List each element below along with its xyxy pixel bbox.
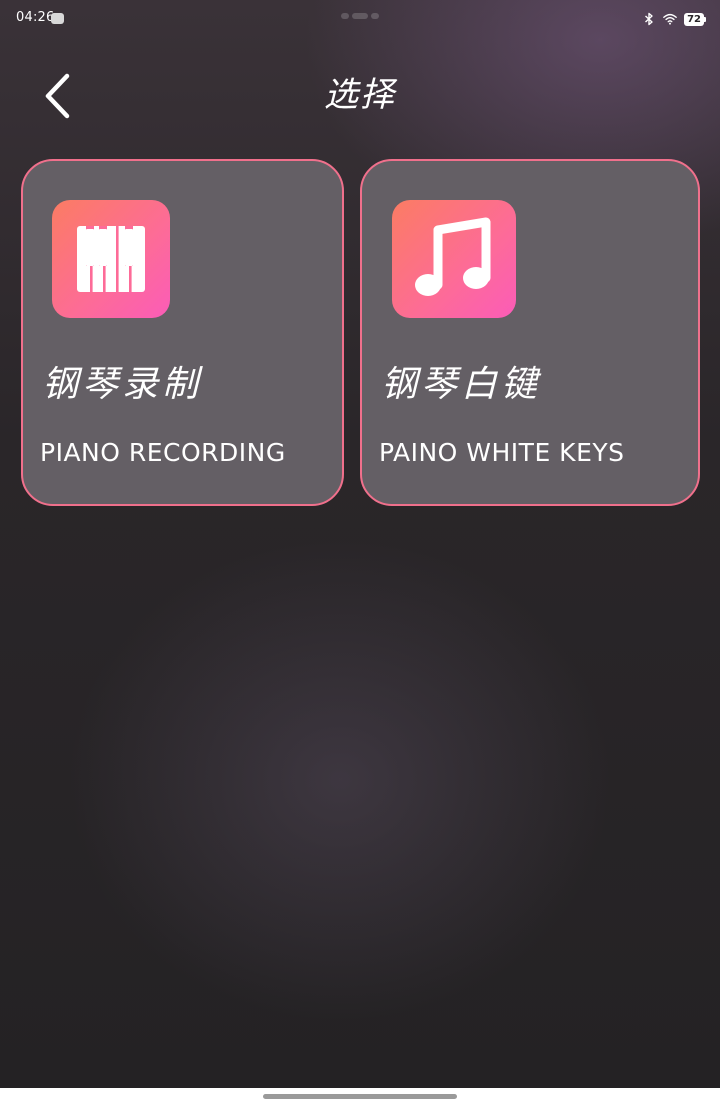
- piano-white-keys-card[interactable]: 钢琴白键 PAINO WHITE KEYS: [360, 159, 700, 506]
- battery-icon: 72: [684, 12, 706, 26]
- piano-keys-icon: [52, 200, 170, 318]
- camera-notch: [341, 13, 379, 19]
- card-subtitle: PIANO RECORDING: [40, 438, 286, 467]
- status-icons: 72: [642, 10, 706, 28]
- app-notification-icon: [51, 13, 64, 24]
- card-title: 钢琴白键: [381, 364, 542, 405]
- card-title: 钢琴录制: [42, 364, 203, 405]
- card-subtitle: PAINO WHITE KEYS: [379, 438, 625, 467]
- home-indicator[interactable]: [263, 1094, 457, 1099]
- chevron-left-icon: [45, 73, 70, 119]
- wifi-icon: [663, 13, 677, 25]
- music-note-icon: [392, 200, 516, 318]
- status-bar: 04:26 72: [0, 0, 720, 38]
- piano-recording-card[interactable]: 钢琴录制 PIANO RECORDING: [21, 159, 344, 506]
- status-time: 04:26: [16, 10, 55, 25]
- bluetooth-icon: [645, 12, 653, 26]
- back-button[interactable]: [36, 70, 80, 122]
- page-title: 选择: [324, 75, 396, 115]
- battery-level: 72: [684, 12, 704, 26]
- navigation-bar: [0, 1088, 720, 1105]
